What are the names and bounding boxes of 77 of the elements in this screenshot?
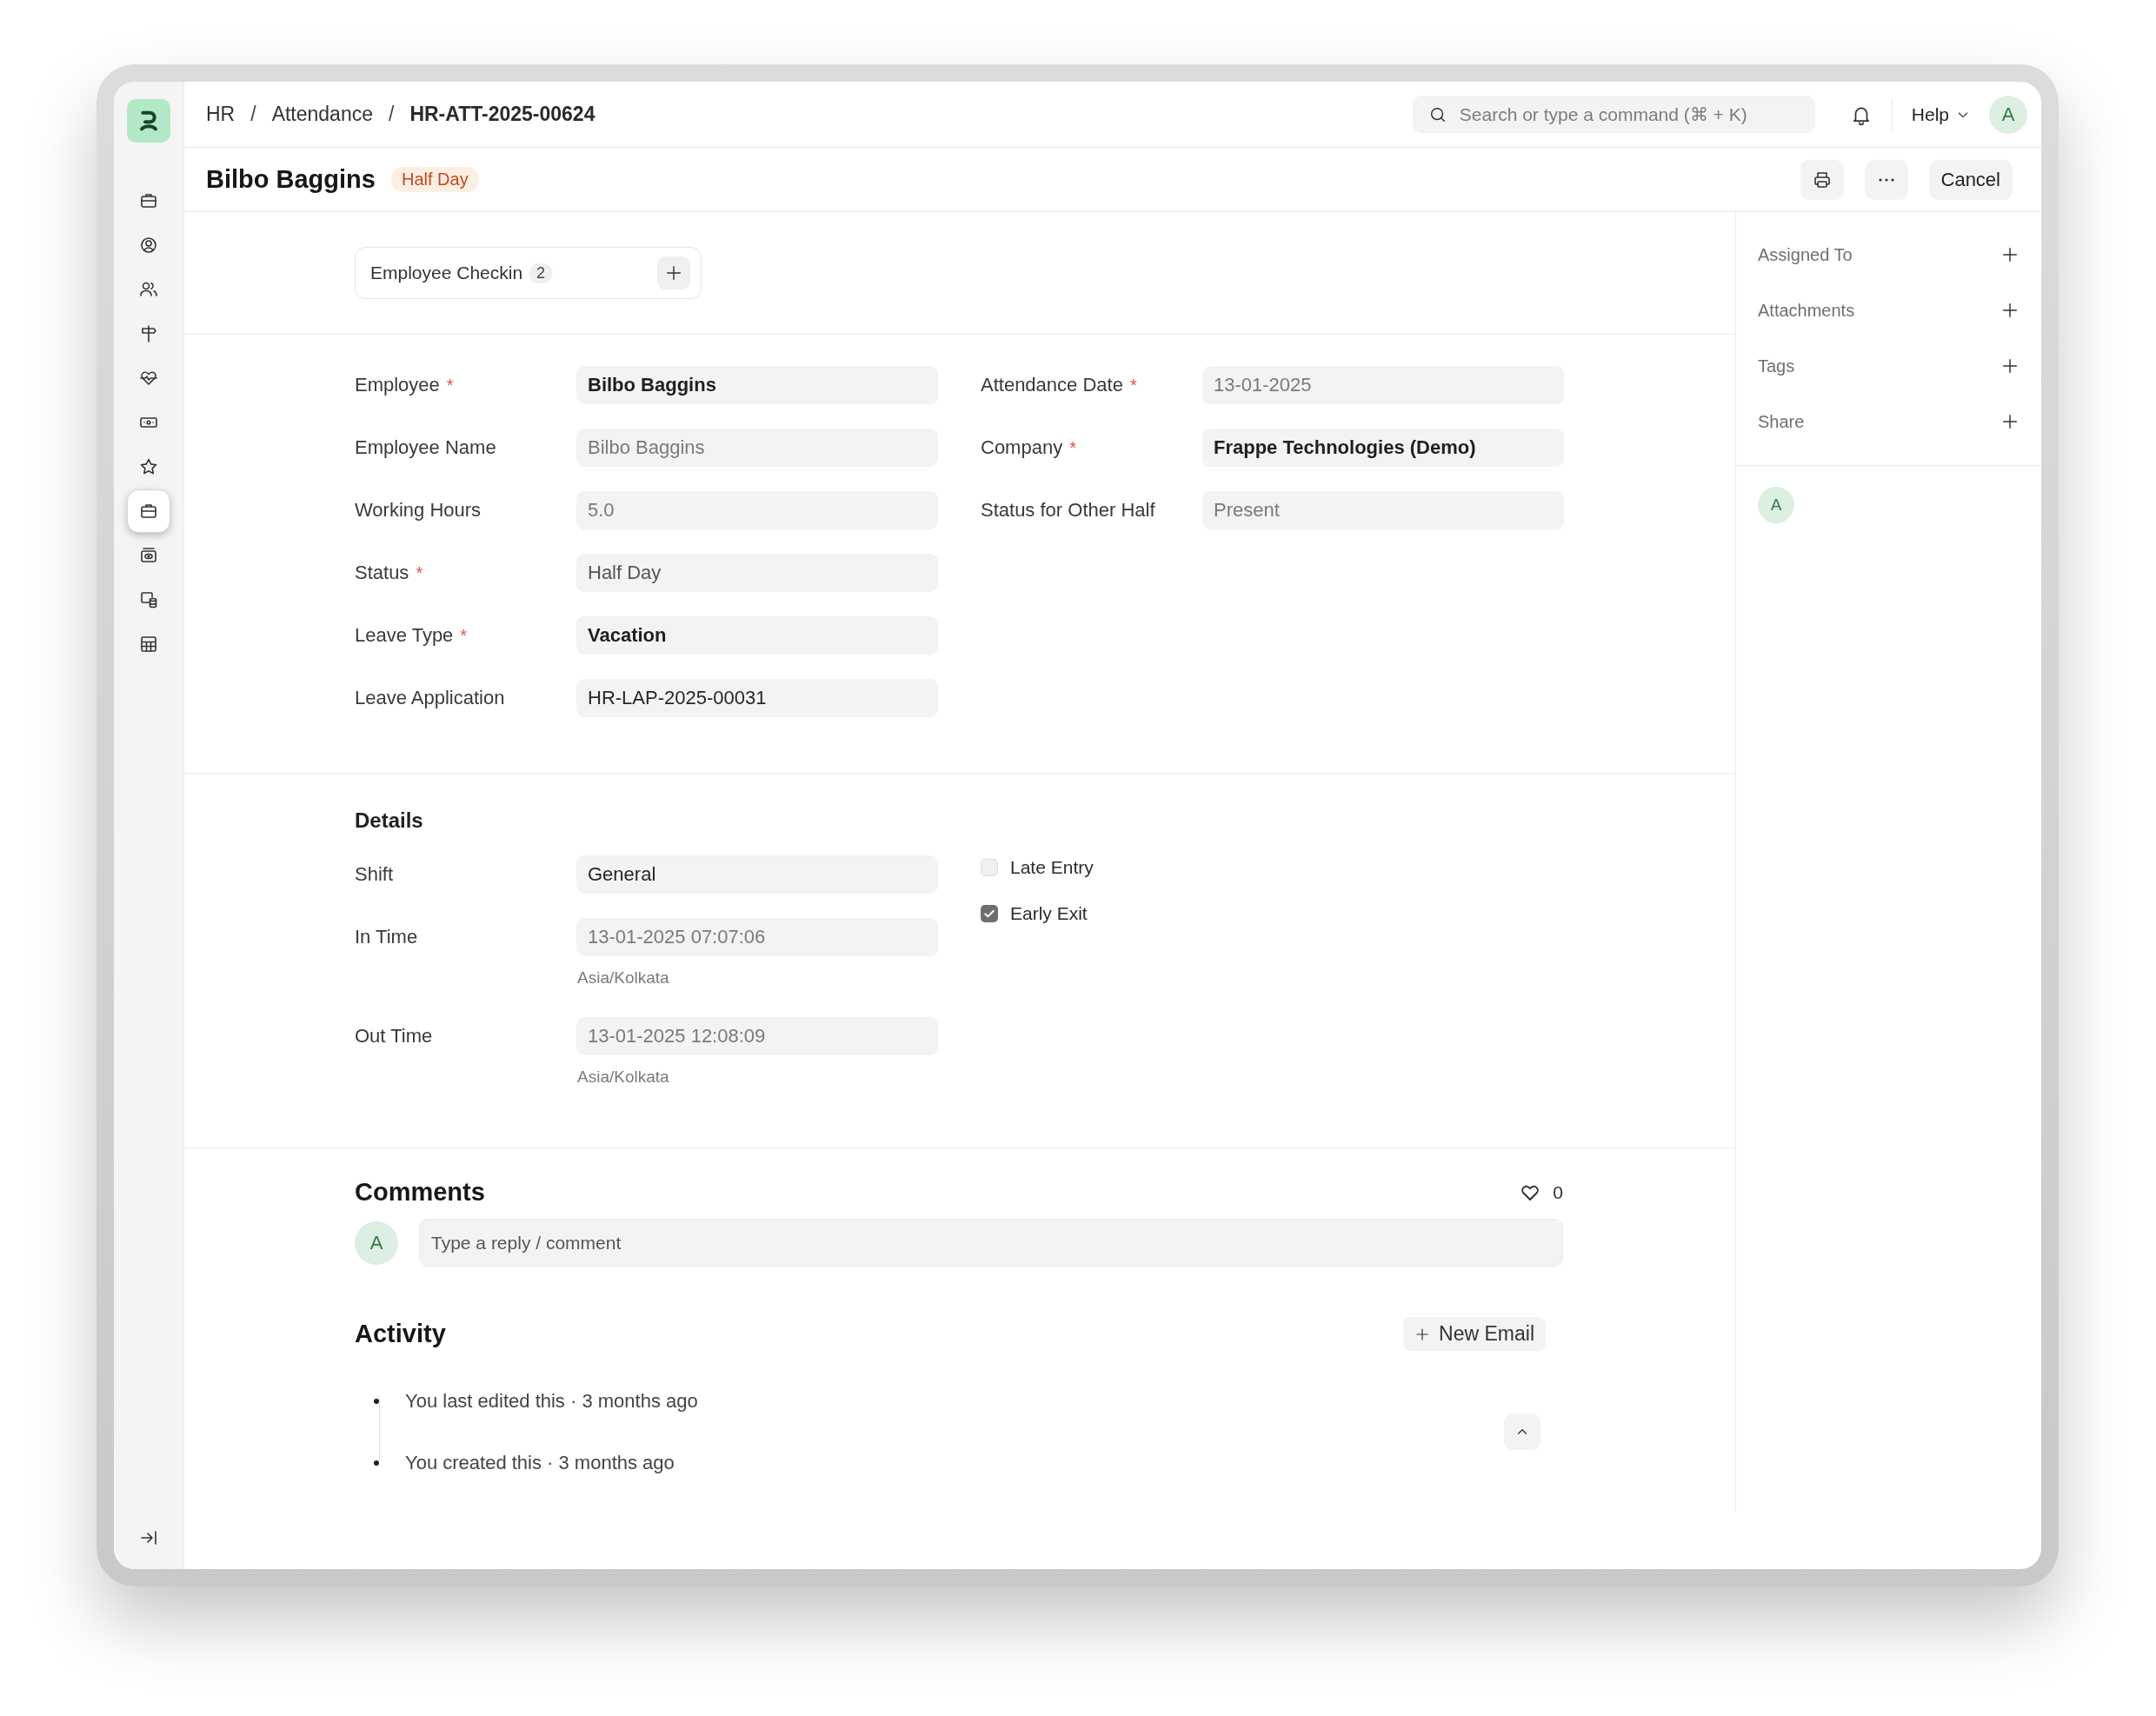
plus-icon [2000,356,2020,376]
cancel-button[interactable]: Cancel [1928,159,2013,200]
comment-field[interactable]: Type a reply / comment [419,1219,1563,1267]
input-field[interactable]: Bilbo Baggins [576,366,938,404]
required-mark: * [1069,437,1076,458]
field-label: Attendance Date [981,374,1123,396]
required-mark: * [460,625,468,646]
breadcrumb-link[interactable]: HR [206,103,236,126]
plus-icon [2000,412,2020,431]
required-mark: * [1129,375,1137,396]
field-label: Status [355,562,409,584]
sidebar-label[interactable]: Assigned To [1758,244,1853,265]
print-button[interactable] [1800,159,1844,200]
connection-label[interactable]: Employee Checkin [370,263,523,283]
input-field[interactable]: HR-LAP-2025-00031 [576,679,938,717]
add-button[interactable] [657,256,690,289]
input-field[interactable]: Frappe Technologies (Demo) [1202,429,1564,467]
timeline-dot [374,1398,379,1404]
activity-text: You last edited this · 3 months ago [405,1389,698,1413]
checkbox[interactable] [981,859,998,876]
status-badge: Half Day [390,167,479,192]
field-label: Employee Name [355,436,496,459]
input-field: Bilbo Baggins [576,429,938,467]
checkbox[interactable] [981,905,998,922]
like-count: 0 [1553,1181,1563,1203]
timeline-dot [374,1460,379,1466]
input-field[interactable]: General [576,855,938,894]
sidebar-item[interactable] [128,490,170,532]
input-field: 5.0 [576,491,938,529]
sidebar-label[interactable]: Attachments [1758,300,1855,321]
activity-text: You created this · 3 months ago [405,1451,675,1474]
field-label: Employee [355,374,440,396]
field-label: Leave Type [355,624,454,647]
checkbox-label: Late Entry [1010,857,1094,878]
required-mark: * [446,375,454,396]
monitor-database-icon [138,589,159,610]
breadcrumb-separator: / [389,103,395,126]
sidebar-label[interactable]: Tags [1758,356,1795,376]
plus-icon [2000,245,2020,264]
field-label: In Time [355,926,418,948]
user-circle-icon [138,235,159,256]
field-label: Status for Other Half [981,499,1155,522]
plus-icon [664,263,683,283]
breadcrumb-link[interactable]: Attendance [271,103,373,126]
input-field: 13-01-2025 07:07:06 [576,918,938,956]
count-badge: 2 [529,263,553,283]
input-field: 13-01-2025 12:08:09 [576,1017,938,1055]
user-avatar: A [1758,487,1794,523]
breadcrumb-separator: / [250,103,256,126]
sidebar-label[interactable]: Share [1758,411,1805,432]
plus-icon [2000,301,2020,320]
field-label: Leave Application [355,687,505,709]
field-label: Out Time [355,1025,433,1048]
section-title: Details [355,808,424,833]
field-hint: Asia/Kolkata [576,968,670,988]
field-hint: Asia/Kolkata [576,1068,670,1087]
input-field: Present [1202,491,1564,529]
breadcrumb-link[interactable]: HR-ATT-2025-00624 [409,103,596,126]
page-title: Bilbo Baggins [206,165,376,194]
user-avatar[interactable]: A [1989,95,2027,134]
user-avatar: A [355,1220,398,1265]
help-menu[interactable]: Help [1911,103,1970,125]
input-field: 13-01-2025 [1202,366,1564,404]
required-mark: * [416,562,423,583]
field-label: Shift [355,863,394,886]
search-field[interactable]: Search or type a command (⌘ + K) [1412,96,1815,133]
table-icon [138,634,159,655]
input-field[interactable]: Vacation [576,616,938,655]
checkbox-label: Early Exit [1010,903,1088,924]
more-icon [1878,177,1894,182]
field-label: Company [981,436,1063,459]
input-field[interactable]: Half Day [576,554,938,592]
section-title: Activity [355,1320,446,1348]
app-logo[interactable] [127,99,170,143]
new-email-button[interactable]: New Email [1403,1317,1546,1351]
section-title: Comments [355,1178,485,1207]
field-label: Working Hours [355,499,482,522]
